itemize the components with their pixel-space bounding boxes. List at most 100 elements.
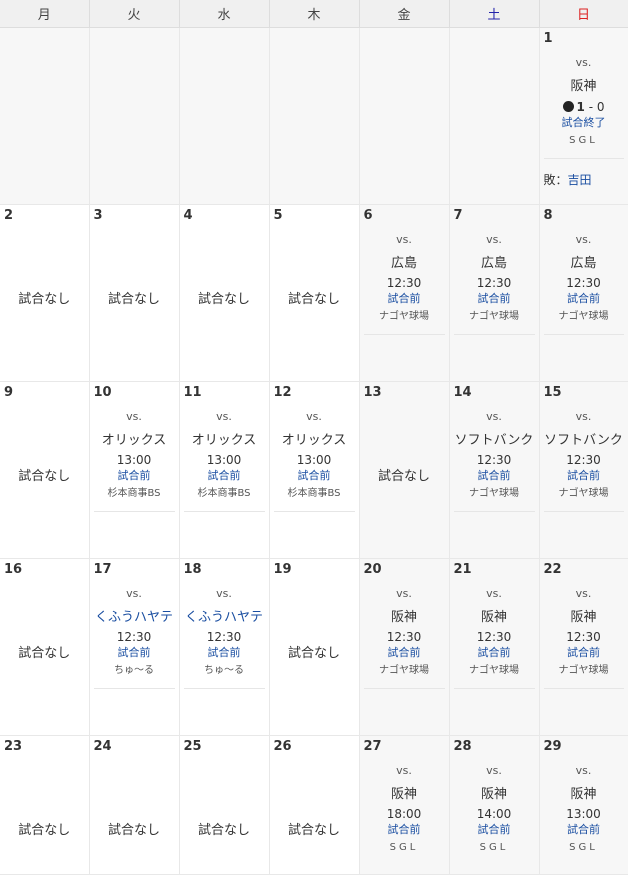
game-info[interactable]: vs. 阪神 12:30 試合前 ナゴヤ球場 xyxy=(363,587,445,689)
day-cell-10[interactable]: 10 vs. オリックス 13:00 試合前 杉本商事BS xyxy=(89,381,180,559)
game-status-link[interactable]: 試合前 xyxy=(184,645,265,660)
vs-label: vs. xyxy=(396,587,412,600)
divider xyxy=(543,334,624,335)
game-status-link[interactable]: 試合前 xyxy=(454,291,535,306)
game-time: 12:30 xyxy=(476,276,512,290)
game-info[interactable]: vs. オリックス 13:00 試合前 杉本商事BS xyxy=(183,410,265,512)
week-row: 1 vs. 阪神 1 - 0 試合終了 SGL 敗：吉田 xyxy=(0,27,628,205)
vs-label: vs. xyxy=(126,587,142,600)
day-number: 5 xyxy=(273,208,283,223)
game-info[interactable]: vs. 阪神 13:00 試合前 SGL xyxy=(544,764,624,854)
day-number: 15 xyxy=(543,385,562,400)
day-number: 3 xyxy=(93,208,103,223)
venue-name: 杉本商事BS xyxy=(107,488,161,499)
day-cell-14[interactable]: 14 vs. ソフトバンク 12:30 試合前 ナゴヤ球場 xyxy=(449,381,540,559)
vs-label: vs. xyxy=(486,410,502,423)
day-cell-29[interactable]: 29 vs. 阪神 13:00 試合前 SGL xyxy=(539,735,628,875)
empty-cell xyxy=(179,27,270,205)
day-number: 11 xyxy=(183,385,202,400)
no-game-label: 試合なし xyxy=(107,292,160,307)
day-number: 14 xyxy=(453,385,472,400)
game-status-link[interactable]: 試合前 xyxy=(454,468,535,483)
day-cell-6[interactable]: 6 vs. 広島 12:30 試合前 ナゴヤ球場 xyxy=(359,204,450,382)
divider xyxy=(273,511,355,512)
game-info[interactable]: vs. 広島 12:30 試合前 ナゴヤ球場 xyxy=(543,233,624,335)
divider xyxy=(453,511,535,512)
day-cell-20[interactable]: 20 vs. 阪神 12:30 試合前 ナゴヤ球場 xyxy=(359,558,450,736)
game-info[interactable]: vs. 阪神 1 - 0 試合終了 SGL xyxy=(543,56,624,159)
game-info[interactable]: vs. 阪神 14:00 試合前 SGL xyxy=(454,764,535,854)
day-cell-17[interactable]: 17 vs. くふうハヤテ 12:30 試合前 ちゅ～る xyxy=(89,558,180,736)
losing-pitcher-link[interactable]: 吉田 xyxy=(568,173,592,187)
game-time: 13:00 xyxy=(296,453,332,467)
divider xyxy=(543,688,624,689)
day-number: 1 xyxy=(543,31,553,46)
game-info[interactable]: vs. 広島 12:30 試合前 ナゴヤ球場 xyxy=(363,233,445,335)
day-number: 4 xyxy=(183,208,193,223)
game-time: 12:30 xyxy=(386,630,422,644)
game-info[interactable]: vs. 阪神 12:30 試合前 ナゴヤ球場 xyxy=(453,587,535,689)
game-time: 12:30 xyxy=(566,453,601,467)
weekday-header-row: 月 火 水 木 金 土 日 xyxy=(0,0,628,28)
game-info[interactable]: vs. ソフトバンク 12:30 試合前 ナゴヤ球場 xyxy=(543,410,624,512)
day-cell-7[interactable]: 7 vs. 広島 12:30 試合前 ナゴヤ球場 xyxy=(449,204,540,382)
no-game-label: 試合なし xyxy=(287,646,340,661)
weekday-sun: 日 xyxy=(539,0,628,28)
game-info[interactable]: vs. くふうハヤテ 12:30 試合前 ちゅ～る xyxy=(183,587,265,689)
opponent-name[interactable]: くふうハヤテ xyxy=(184,610,265,626)
day-number: 13 xyxy=(363,385,382,400)
game-time: 13:00 xyxy=(566,807,601,821)
opponent-name: オリックス xyxy=(101,433,167,448)
game-status-link[interactable]: 試合前 xyxy=(94,645,175,660)
day-cell-12[interactable]: 12 vs. オリックス 13:00 試合前 杉本商事BS xyxy=(269,381,360,559)
game-status-link[interactable]: 試合前 xyxy=(364,291,445,306)
day-cell-18[interactable]: 18 vs. くふうハヤテ 12:30 試合前 ちゅ～る xyxy=(179,558,270,736)
game-info[interactable]: vs. オリックス 13:00 試合前 杉本商事BS xyxy=(273,410,355,512)
game-status-link[interactable]: 試合前 xyxy=(364,822,445,837)
game-status-link[interactable]: 試合前 xyxy=(364,645,445,660)
day-cell-28[interactable]: 28 vs. 阪神 14:00 試合前 SGL xyxy=(449,735,540,875)
weekday-wed: 水 xyxy=(179,0,270,28)
day-cell-15[interactable]: 15 vs. ソフトバンク 12:30 試合前 ナゴヤ球場 xyxy=(539,381,628,559)
vs-label: vs. xyxy=(126,410,142,423)
day-cell-8[interactable]: 8 vs. 広島 12:30 試合前 ナゴヤ球場 xyxy=(539,204,628,382)
game-status-link[interactable]: 試合終了 xyxy=(544,115,624,130)
game-status-link[interactable]: 試合前 xyxy=(454,822,535,837)
game-info[interactable]: vs. オリックス 13:00 試合前 杉本商事BS xyxy=(93,410,175,512)
day-number: 9 xyxy=(4,385,14,400)
day-cell-21[interactable]: 21 vs. 阪神 12:30 試合前 ナゴヤ球場 xyxy=(449,558,540,736)
game-status-link[interactable]: 試合前 xyxy=(184,468,265,483)
game-status-link[interactable]: 試合前 xyxy=(544,822,624,837)
day-cell-1[interactable]: 1 vs. 阪神 1 - 0 試合終了 SGL 敗：吉田 xyxy=(539,27,628,205)
game-status-link[interactable]: 試合前 xyxy=(454,645,535,660)
no-game-label: 試合なし xyxy=(287,823,340,838)
game-info[interactable]: vs. 広島 12:30 試合前 ナゴヤ球場 xyxy=(453,233,535,335)
day-number: 8 xyxy=(543,208,553,223)
game-info[interactable]: vs. ソフトバンク 12:30 試合前 ナゴヤ球場 xyxy=(453,410,535,512)
game-info[interactable]: vs. 阪神 12:30 試合前 ナゴヤ球場 xyxy=(543,587,624,689)
opponent-name[interactable]: くふうハヤテ xyxy=(94,610,175,626)
day-cell-25: 25 試合なし xyxy=(179,735,270,875)
day-cell-24: 24 試合なし xyxy=(89,735,180,875)
day-cell-27[interactable]: 27 vs. 阪神 18:00 試合前 SGL xyxy=(359,735,450,875)
game-info[interactable]: vs. 阪神 18:00 試合前 SGL xyxy=(364,764,445,854)
no-game-label: 試合なし xyxy=(18,646,71,661)
venue-name: SGL xyxy=(569,842,598,853)
day-cell-11[interactable]: 11 vs. オリックス 13:00 試合前 杉本商事BS xyxy=(179,381,270,559)
day-cell-22[interactable]: 22 vs. 阪神 12:30 試合前 ナゴヤ球場 xyxy=(539,558,628,736)
game-status-link[interactable]: 試合前 xyxy=(274,468,355,483)
opponent-name: ソフトバンク xyxy=(544,433,623,448)
vs-label: vs. xyxy=(396,764,412,777)
game-status-link[interactable]: 試合前 xyxy=(544,291,624,306)
game-status-link[interactable]: 試合前 xyxy=(94,468,175,483)
opponent-name: 阪神 xyxy=(570,787,597,802)
divider xyxy=(453,334,535,335)
game-time: 12:30 xyxy=(206,630,242,644)
game-status-link[interactable]: 試合前 xyxy=(544,468,624,483)
divider xyxy=(93,511,175,512)
game-info[interactable]: vs. くふうハヤテ 12:30 試合前 ちゅ～る xyxy=(93,587,175,689)
game-status-link[interactable]: 試合前 xyxy=(544,645,624,660)
day-cell-2: 2 試合なし xyxy=(0,204,90,382)
vs-label: vs. xyxy=(486,764,502,777)
no-game-label: 試合なし xyxy=(18,469,71,484)
